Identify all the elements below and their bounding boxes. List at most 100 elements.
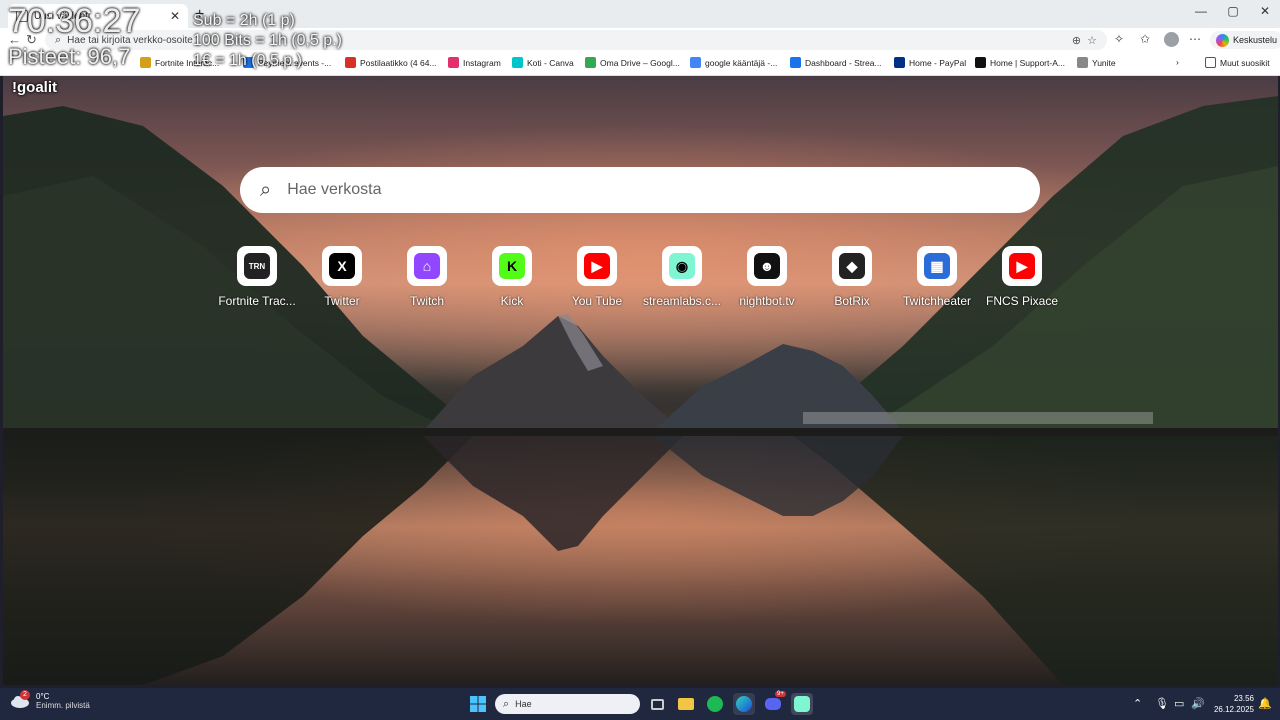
shortcut-twitchheater[interactable]: ▦ Twitchheater [895, 246, 979, 308]
bookmarks-bar: Fortnite Interac... Payment events -... Po… [0, 52, 1280, 76]
shortcut-botrix[interactable]: ◆ BotRix [810, 246, 894, 308]
shortcut-label: FNCS Pixace [985, 294, 1059, 308]
web-search-box[interactable]: ⌕ Hae verkosta [240, 167, 1040, 213]
twitchheater-icon: ▦ [924, 253, 950, 279]
botrix-icon: ◆ [839, 253, 865, 279]
close-tab-icon[interactable]: ✕ [170, 9, 180, 23]
weather-widget[interactable]: 2 0°C Enimm. pilvistä [10, 690, 90, 710]
shortcut-label: Kick [500, 294, 524, 308]
shortcut-tile[interactable]: TRN [237, 246, 277, 286]
web-search-placeholder: Hae verkosta [287, 181, 382, 198]
shortcut-twitter[interactable]: X Twitter [300, 246, 384, 308]
other-favorites-folder[interactable]: Muut suosikit [1205, 57, 1270, 68]
bookmark-yunite[interactable]: Yunite [1077, 57, 1116, 68]
other-favorites-label: Muut suosikit [1220, 57, 1270, 68]
shortcut-tile[interactable]: ⌂ [407, 246, 447, 286]
shortcut-tile[interactable]: ▶ [577, 246, 617, 286]
search-icon: ⌕ [503, 697, 510, 710]
spotify-icon [707, 696, 723, 712]
shortcut-label: Twitchheater [902, 294, 972, 308]
streamlabs-button[interactable] [791, 693, 813, 715]
rule-line-euro: 1€ = 1h (0,5 p.) [193, 52, 302, 69]
bookmarks-overflow-icon[interactable]: › [1176, 57, 1179, 67]
shortcut-label: streamlabs.c... [642, 294, 722, 308]
copilot-button[interactable]: Keskustelu [1210, 31, 1280, 49]
discord-icon [765, 698, 781, 710]
shortcut-streamlabs[interactable]: ◉ streamlabs.c... [640, 246, 724, 308]
shortcut-label: Fortnite Trac... [218, 294, 296, 308]
start-button[interactable] [467, 693, 489, 715]
shortcut-kick[interactable]: K Kick [470, 246, 554, 308]
network-icon[interactable]: ▭ [1174, 697, 1184, 710]
windows-taskbar: 2 0°C Enimm. pilvistä ⌕ Hae 9+ ⌃ 🎙 ▭ 🔊 2… [0, 688, 1280, 720]
shortcut-tile[interactable]: X [322, 246, 362, 286]
zoom-icon[interactable]: ⊕ [1072, 34, 1081, 47]
shortcut-tile[interactable]: ▶ [1002, 246, 1042, 286]
rule-line-sub: Sub = 2h (1 p) [193, 12, 295, 29]
spotify-button[interactable] [704, 693, 726, 715]
edge-button[interactable] [733, 693, 755, 715]
bookmark-support[interactable]: Home | Support-A... [975, 57, 1065, 68]
instagram-icon [448, 57, 459, 68]
shortcut-fncs-pixace[interactable]: ▶ FNCS Pixace [980, 246, 1064, 308]
file-explorer-button[interactable] [675, 693, 697, 715]
bookmark-instagram[interactable]: Instagram [448, 57, 501, 68]
favorites-icon[interactable]: ✩ [1140, 32, 1150, 46]
fortnite-tracker-icon: TRN [244, 253, 270, 279]
maximize-button[interactable]: ▢ [1218, 4, 1248, 18]
twitch-icon: ⌂ [414, 253, 440, 279]
bookmark-google-translate[interactable]: google kääntäjä -... [690, 57, 777, 68]
bookmark-streamlabs-dashboard[interactable]: Dashboard - Strea... [790, 57, 882, 68]
shortcut-nightbot[interactable]: ☻ nightbot.tv [725, 246, 809, 308]
task-view-button[interactable] [646, 693, 668, 715]
bookmark-mailbox[interactable]: Postilaatikko (4 64... [345, 57, 437, 68]
google-translate-icon [690, 57, 701, 68]
shortcut-tile[interactable]: ▦ [917, 246, 957, 286]
profile-avatar[interactable] [1164, 32, 1179, 47]
taskbar-search-text: Hae [515, 699, 532, 709]
taskbar-search[interactable]: ⌕ Hae [495, 694, 640, 714]
volume-icon[interactable]: 🔊 [1191, 697, 1205, 710]
bookmark-label: Yunite [1092, 57, 1116, 68]
bookmark-label: Home | Support-A... [990, 57, 1065, 68]
shortcut-tile[interactable]: ◆ [832, 246, 872, 286]
browser-toolbar: ← ↻ ⌕ Hae tai kirjoita verkko-osoite ⊕ ☆… [0, 28, 1280, 52]
more-menu-icon[interactable]: ⋯ [1189, 32, 1201, 46]
edge-icon [736, 696, 752, 712]
folder-icon [1205, 57, 1216, 68]
shortcut-tile[interactable]: K [492, 246, 532, 286]
paypal-icon [894, 57, 905, 68]
shortcut-tile[interactable]: ◉ [662, 246, 702, 286]
task-view-icon [650, 698, 664, 710]
streamlabs-icon: ◉ [669, 253, 695, 279]
notification-icon[interactable]: 🔔 [1258, 697, 1272, 710]
tray-chevron-icon[interactable]: ⌃ [1133, 697, 1142, 710]
bookmark-google-drive[interactable]: Oma Drive – Googl... [585, 57, 680, 68]
discord-button[interactable]: 9+ [762, 691, 786, 715]
fncs-pixace-icon: ▶ [1009, 253, 1035, 279]
extensions-icon[interactable]: ✧ [1114, 32, 1124, 46]
bookmark-label: Home - PayPal [909, 57, 967, 68]
shortcut-tile[interactable]: ☻ [747, 246, 787, 286]
bookmark-canva[interactable]: Koti - Canva [512, 57, 574, 68]
clock-time: 23.56 [1233, 694, 1254, 703]
minimize-button[interactable]: — [1186, 4, 1216, 18]
shortcut-twitch[interactable]: ⌂ Twitch [385, 246, 469, 308]
copilot-icon [1216, 33, 1229, 47]
clock[interactable]: 23.56 26.12.2025 [1212, 693, 1254, 715]
streamlabs-icon [794, 696, 810, 712]
shortcut-youtube[interactable]: ▶ You Tube [555, 246, 639, 308]
shortcut-label: BotRix [834, 294, 870, 308]
shortcut-label: nightbot.tv [739, 294, 795, 308]
shortcut-fortnite-tracker[interactable]: TRN Fortnite Trac... [215, 246, 299, 308]
microphone-icon[interactable]: 🎙 [1155, 697, 1169, 710]
window-close-button[interactable]: ✕ [1250, 4, 1280, 18]
folder-icon [678, 698, 694, 710]
fortnite-icon [140, 57, 151, 68]
points-counter: Pisteet: 96,7 [8, 44, 131, 69]
youtube-icon: ▶ [584, 253, 610, 279]
search-icon: ⌕ [260, 178, 272, 201]
bookmark-paypal[interactable]: Home - PayPal [894, 57, 966, 68]
rule-line-bits: 100 Bits = 1h (0,5 p.) [193, 32, 342, 49]
favorite-star-icon[interactable]: ☆ [1087, 34, 1097, 47]
